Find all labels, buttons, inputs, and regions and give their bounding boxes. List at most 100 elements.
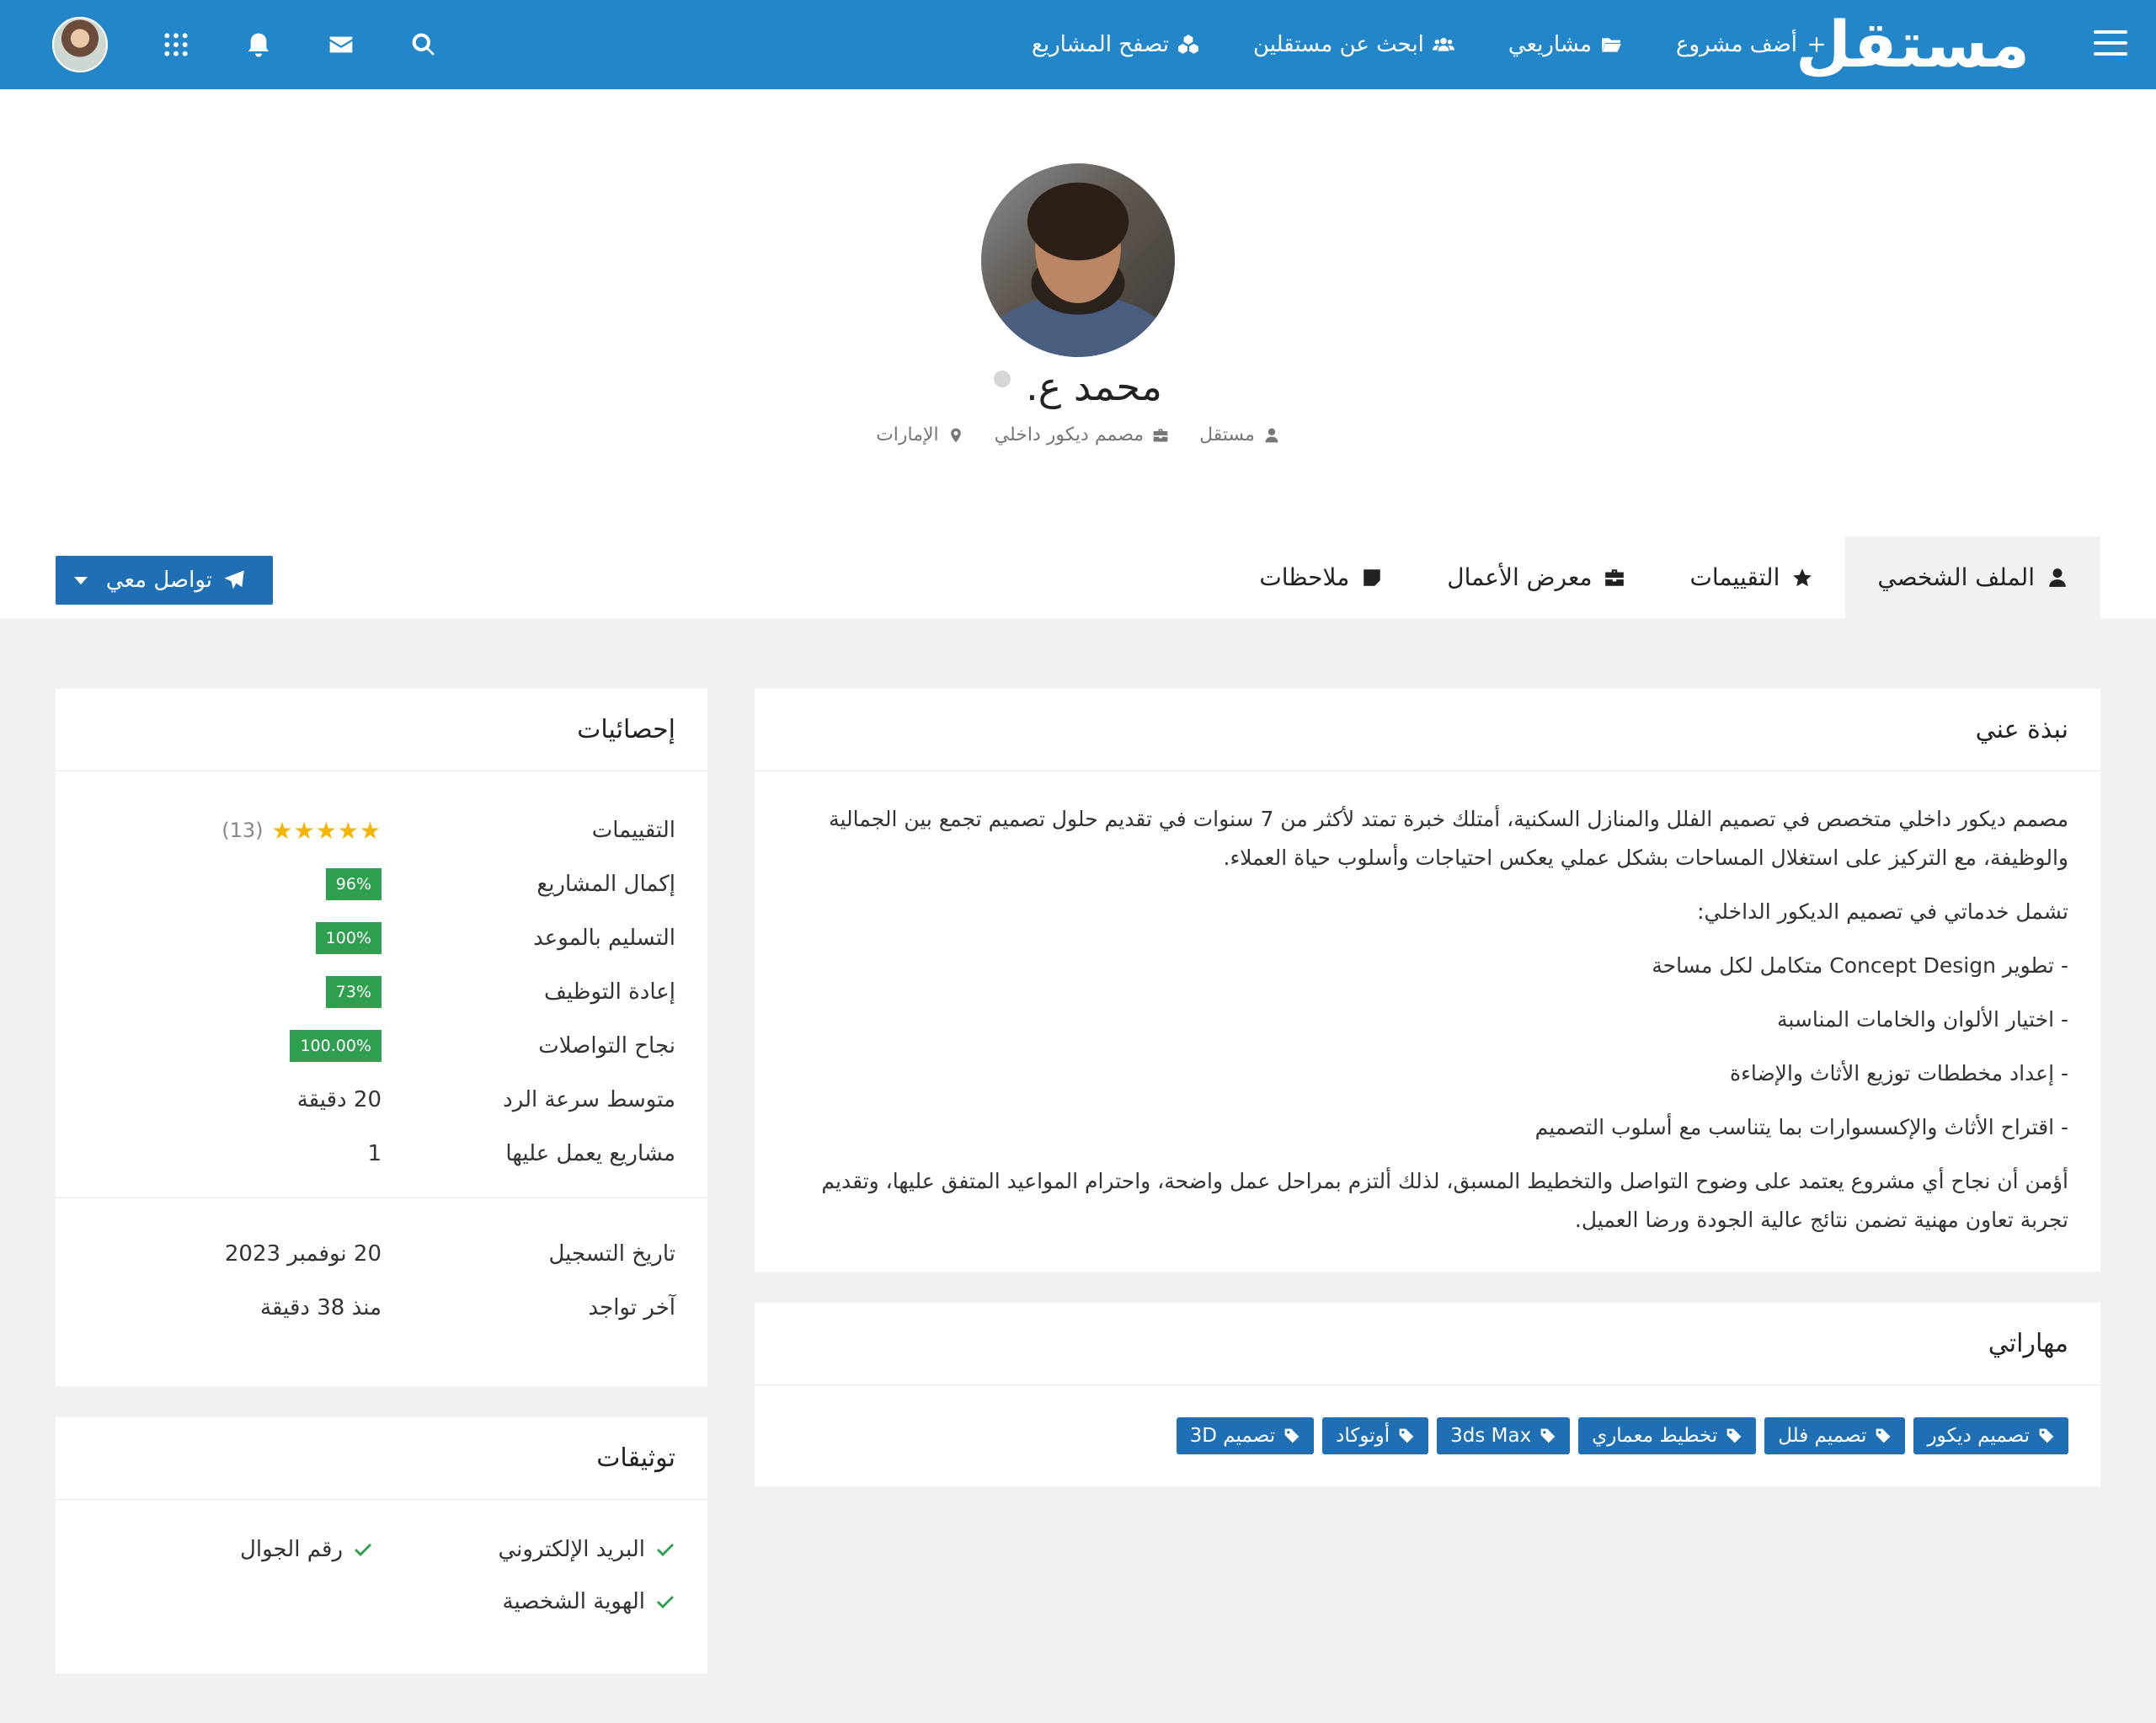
plus-icon: [1809, 37, 1824, 52]
stat-badge: 100.00%: [290, 1030, 382, 1062]
tab-profile[interactable]: الملف الشخصي: [1845, 536, 2100, 618]
cubes-icon: [1178, 35, 1198, 54]
nav-browse-projects[interactable]: تصفح المشاريع: [1032, 32, 1199, 57]
online-status-dot: [994, 371, 1011, 387]
stat-row: مشاريع يعمل عليها 1: [88, 1127, 675, 1181]
chevron-down-icon[interactable]: [74, 576, 88, 584]
skill-label: تصميم فلل: [1778, 1425, 1867, 1447]
skill-tag[interactable]: تخطيط معماري: [1578, 1417, 1757, 1454]
stat-value: 100.00%: [88, 1030, 382, 1062]
nav-label: مشاريعي: [1508, 32, 1592, 57]
stat-value: 96%: [88, 868, 382, 900]
stats-rows-secondary: تاريخ التسجيل 20 نوفمبر 2023 آخر تواجد م…: [56, 1198, 707, 1352]
skill-tag[interactable]: تصميم فلل: [1764, 1417, 1906, 1454]
about-paragraph: - اقتراح الأثاث والإكسسوارات بما يتناسب …: [1534, 1115, 2068, 1139]
stat-row: آخر تواجد منذ 38 دقيقة: [88, 1281, 675, 1335]
stat-label: تاريخ التسجيل: [548, 1241, 675, 1267]
stat-value: منذ 38 دقيقة: [260, 1295, 382, 1320]
about-paragraph: - اختيار الألوان والخامات المناسبة: [1776, 1007, 2068, 1032]
tab-label: الملف الشخصي: [1877, 563, 2035, 591]
profile-tabs: الملف الشخصي التقييمات معرض الأعمال ملاح…: [1227, 536, 2100, 618]
paper-plane-icon: [224, 570, 244, 589]
verification-label: رقم الجوال: [239, 1537, 343, 1562]
bell-icon[interactable]: [244, 30, 273, 59]
apps-grid-icon[interactable]: [162, 30, 190, 59]
verifications-panel: توثيقات البريد الإلكتروني رقم الجوال اله…: [56, 1417, 707, 1673]
nav-find-freelancers[interactable]: ابحث عن مستقلين: [1253, 32, 1454, 57]
user-avatar[interactable]: [52, 17, 108, 72]
rating-count: (13): [221, 819, 264, 842]
nav-my-projects[interactable]: مشاريعي: [1508, 32, 1622, 57]
tag-icon: [1540, 1428, 1556, 1443]
meta-role: مستقل: [1199, 424, 1280, 445]
skill-label: تصميم ديكور: [1927, 1425, 2030, 1447]
tag-icon: [1726, 1428, 1742, 1443]
tab-label: معرض الأعمال: [1447, 563, 1593, 591]
skill-label: أوتوكاد: [1336, 1425, 1390, 1447]
stat-label: إعادة التوظيف: [544, 979, 675, 1005]
skill-tag[interactable]: تصميم ديكور: [1913, 1417, 2068, 1454]
meta-location: الإمارات: [876, 424, 964, 445]
stat-row: التسليم بالموعد 100%: [88, 911, 675, 965]
skill-tag[interactable]: تصميم 3D: [1176, 1417, 1315, 1454]
tab-notes[interactable]: ملاحظات: [1227, 536, 1415, 618]
stat-label: نجاح التواصلات: [538, 1033, 675, 1059]
stat-value: 1: [367, 1141, 382, 1166]
contact-label: تواصل معي: [105, 568, 212, 593]
stat-label: متوسط سرعة الرد: [503, 1087, 675, 1112]
about-body: مصمم ديكور داخلي متخصص في تصميم الفلل وا…: [755, 771, 2100, 1240]
stat-badge: 100%: [315, 922, 382, 954]
about-panel: نبذة عني مصمم ديكور داخلي متخصص في تصميم…: [755, 689, 2100, 1272]
about-paragraph: تشمل خدماتي في تصميم الديكور الداخلي:: [1697, 899, 2068, 924]
rating-stars: ★★★★★: [271, 816, 382, 845]
skill-tag[interactable]: أوتوكاد: [1322, 1417, 1429, 1454]
meta-location-label: الإمارات: [876, 424, 939, 445]
tab-reviews[interactable]: التقييمات: [1657, 536, 1845, 618]
check-icon: [355, 1544, 371, 1556]
tag-icon: [2039, 1428, 2054, 1443]
stat-value: 20 دقيقة: [296, 1087, 382, 1112]
envelope-icon[interactable]: [327, 30, 355, 59]
tab-label: ملاحظات: [1259, 563, 1350, 591]
meta-role-label: مستقل: [1199, 424, 1255, 445]
folder-icon: [1602, 38, 1621, 52]
skills-title: مهاراتي: [755, 1303, 2100, 1385]
site-logo[interactable]: مستقل: [1796, 7, 2031, 83]
stat-row: تاريخ التسجيل 20 نوفمبر 2023: [88, 1227, 675, 1281]
stat-label: مشاريع يعمل عليها: [505, 1141, 675, 1166]
skill-label: 3ds Max: [1450, 1425, 1532, 1447]
stat-label: إكمال المشاريع: [536, 872, 675, 897]
verification-item: الهوية الشخصية: [390, 1589, 675, 1614]
contact-me-button[interactable]: تواصل معي: [56, 556, 273, 605]
tag-icon: [1399, 1428, 1414, 1443]
search-icon[interactable]: [409, 30, 438, 59]
map-marker-icon: [950, 428, 961, 442]
stats-title: إحصائيات: [56, 689, 707, 771]
nav-label: ابحث عن مستقلين: [1252, 32, 1424, 57]
tab-portfolio[interactable]: معرض الأعمال: [1415, 536, 1657, 618]
skill-label: تخطيط معماري: [1592, 1425, 1718, 1447]
tag-icon: [1876, 1428, 1891, 1443]
menu-icon[interactable]: [2094, 30, 2127, 57]
verification-item: البريد الإلكتروني: [390, 1537, 675, 1562]
stat-value: 100%: [88, 922, 382, 954]
skills-panel: مهاراتي تصميم ديكور تصميم فلل تخطيط معما…: [755, 1303, 2100, 1486]
stat-badge: 73%: [325, 976, 382, 1008]
star-icon: [1793, 568, 1812, 586]
stat-label: التسليم بالموعد: [533, 926, 675, 951]
about-paragraph: أؤمن أن نجاح أي مشروع يعتمد على وضوح الت…: [821, 1169, 2068, 1232]
user-icon: [1265, 428, 1278, 442]
briefcase-icon: [1605, 568, 1625, 586]
nav-label: تصفح المشاريع: [1032, 32, 1169, 57]
profile-meta: مستقل مصمم ديكور داخلي الإمارات: [0, 424, 2156, 445]
nav-add-project[interactable]: أضف مشروع: [1676, 32, 1828, 57]
stat-row: نجاح التواصلات 100.00%: [88, 1019, 675, 1073]
skill-tag[interactable]: 3ds Max: [1437, 1417, 1571, 1454]
stat-row-rating: التقييمات ★★★★★ (13): [88, 803, 675, 857]
stat-label: آخر تواجد: [588, 1295, 675, 1320]
about-paragraph: مصمم ديكور داخلي متخصص في تصميم الفلل وا…: [829, 807, 2068, 870]
verification-label: البريد الإلكتروني: [498, 1537, 645, 1562]
tag-icon: [1284, 1428, 1299, 1443]
skill-label: تصميم 3D: [1189, 1425, 1276, 1447]
profile-name-row: محمد ع.: [0, 364, 2156, 409]
